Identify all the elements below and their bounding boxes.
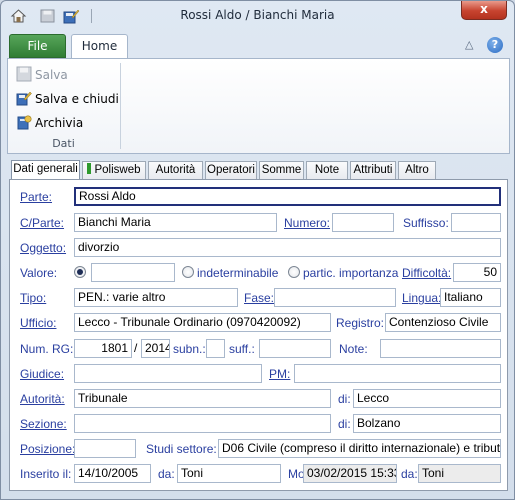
numrg-slash: / (134, 341, 138, 355)
inserito-field[interactable]: 14/10/2005 (74, 464, 151, 483)
dati-generali-panel: Parte: Rossi Aldo C/Parte: Bianchi Maria… (9, 179, 508, 491)
autorita-label: Autorità: (20, 392, 65, 406)
pm-label: PM: (269, 367, 291, 381)
fase-label: Fase: (244, 291, 275, 305)
ribbon-home: Salva Salva e chiudi Archivia Dati (7, 58, 510, 154)
tipo-label: Tipo: (20, 291, 47, 305)
difficolta-field[interactable]: 50 (453, 263, 501, 282)
ribbon-group-separator (120, 63, 121, 149)
sezione-label: Sezione: (20, 417, 67, 431)
save-close-label: Salva e chiudi (35, 92, 119, 106)
da1-label: da: (158, 467, 175, 481)
subn-field[interactable] (206, 339, 225, 358)
di1-field[interactable]: Lecco (353, 389, 501, 408)
archive-label: Archivia (35, 116, 84, 130)
partic-importanza-radio[interactable] (288, 266, 300, 278)
registro-label: Registro: (336, 316, 385, 330)
autorita-field[interactable]: Tribunale (74, 389, 331, 408)
tab-note[interactable]: Note (306, 161, 348, 180)
anno-field[interactable]: 2014 (141, 339, 170, 358)
di1-label: di: (338, 392, 351, 406)
modif-field: 03/02/2015 15:33 (303, 464, 397, 483)
tab-operatori[interactable]: Operatori (205, 161, 257, 180)
suffisso-label: Suffisso: (403, 216, 449, 230)
partic-importanza-label[interactable]: partic. importanza (303, 266, 398, 280)
ufficio-field[interactable]: Lecco - Tribunale Ordinario (0970420092) (74, 313, 331, 332)
ribbon-group-label: Dati (52, 137, 75, 150)
tab-polisweb[interactable]: Polisweb (82, 161, 146, 180)
valore-field[interactable] (91, 263, 175, 282)
giudice-field[interactable] (74, 364, 262, 383)
cparte-label: C/Parte: (20, 216, 65, 230)
numrg-field[interactable]: 1801 (74, 339, 132, 358)
app-window: Rossi Aldo / Bianchi Maria x File Home △… (0, 0, 515, 500)
archive-button[interactable]: Archivia (16, 113, 83, 133)
valore-label: Valore: (20, 266, 58, 280)
window-title: Rossi Aldo / Bianchi Maria (180, 8, 335, 22)
suff-label: suff.: (229, 342, 255, 356)
tab-polisweb-label: Polisweb (94, 164, 141, 176)
cparte-field[interactable]: Bianchi Maria (74, 213, 277, 232)
posizione-field[interactable] (74, 439, 136, 458)
tab-somme[interactable]: Somme (259, 161, 304, 180)
tipo-field[interactable]: PEN.: varie altro (74, 288, 238, 307)
parte-field[interactable]: Rossi Aldo (74, 187, 501, 206)
save-icon (16, 66, 32, 82)
numero-label: Numero: (284, 216, 331, 230)
da1-field[interactable]: Toni (177, 464, 281, 483)
giudice-label: Giudice: (20, 367, 65, 381)
studi-settore-label: Studi settore: (146, 442, 217, 456)
note-field[interactable] (380, 339, 501, 358)
archive-icon (17, 115, 32, 130)
sezione-field[interactable] (74, 414, 331, 433)
close-button[interactable]: x (461, 1, 507, 20)
indeterminabile-radio[interactable] (182, 266, 194, 278)
valore-radio[interactable] (74, 266, 86, 278)
tab-home[interactable]: Home (71, 34, 128, 59)
note-label: Note: (339, 342, 368, 356)
pm-field[interactable] (294, 364, 501, 383)
oggetto-field[interactable]: divorzio (74, 238, 501, 257)
studi-settore-field[interactable]: D06 Civile (compreso il diritto internaz… (218, 439, 501, 458)
oggetto-label: Oggetto: (20, 241, 67, 255)
tab-altro[interactable]: Altro (398, 161, 436, 180)
save-button[interactable]: Salva (16, 65, 68, 85)
tab-autorita[interactable]: Autorità (148, 161, 203, 180)
da2-field: Toni (418, 464, 501, 483)
save-label: Salva (35, 68, 68, 82)
title-bar: Rossi Aldo / Bianchi Maria x (1, 1, 514, 31)
minimize-ribbon-icon[interactable]: △ (465, 38, 473, 51)
lingua-field[interactable]: Italiano (440, 288, 501, 307)
suffisso-field[interactable] (451, 213, 501, 232)
tab-file[interactable]: File (9, 34, 66, 58)
inserito-label: Inserito il: (20, 467, 72, 481)
lingua-label: Lingua: (402, 291, 442, 305)
suff-field[interactable] (259, 339, 331, 358)
save-close-button[interactable]: Salva e chiudi (16, 89, 119, 109)
ufficio-label: Ufficio: (20, 316, 57, 330)
posizione-label: Posizione: (20, 442, 76, 456)
polisweb-icon (87, 163, 92, 174)
difficolta-label: Difficoltà: (402, 266, 452, 280)
registro-field[interactable]: Contenzioso Civile (385, 313, 501, 332)
fase-field[interactable] (274, 288, 396, 307)
di2-field[interactable]: Bolzano (353, 414, 501, 433)
tab-attributi[interactable]: Attributi (350, 161, 396, 180)
save-close-icon (16, 91, 32, 106)
tab-dati-generali[interactable]: Dati generali (11, 160, 80, 180)
di2-label: di: (338, 417, 351, 431)
help-icon[interactable]: ? (487, 37, 503, 53)
subn-label: subn.: (173, 342, 206, 356)
da2-label: da: (401, 467, 418, 481)
parte-label: Parte: (20, 190, 53, 204)
indeterminabile-label[interactable]: indeterminabile (197, 266, 278, 280)
numrg-label: Num. RG: (20, 342, 74, 356)
numero-field[interactable] (332, 213, 394, 232)
